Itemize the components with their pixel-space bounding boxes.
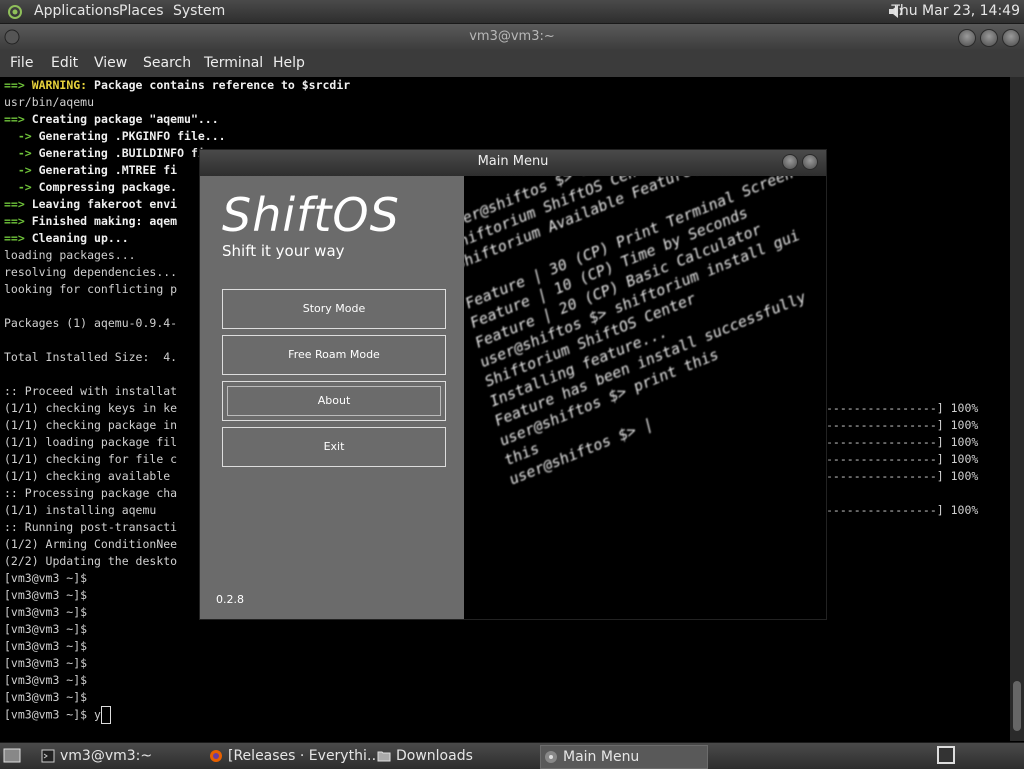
terminal-line: :: Proceed with installat xyxy=(4,384,178,398)
exit-button[interactable]: Exit xyxy=(222,427,446,467)
terminal-line: (1/2) Arming ConditionNee xyxy=(4,537,178,551)
terminal-line: resolving dependencies... xyxy=(4,265,178,279)
terminal-line: (1/1) installing aqemu xyxy=(4,503,157,517)
terminal-title: vm3@vm3:~ xyxy=(469,29,555,44)
scrollbar-thumb[interactable] xyxy=(1013,681,1021,731)
text-cursor xyxy=(100,706,111,724)
terminal-line: -> Generating .PKGINFO file... xyxy=(4,129,226,143)
shiftos-preview-image: user@shiftos $> shiftorium listShiftoriu… xyxy=(464,176,826,619)
terminal-line: :: Processing package cha xyxy=(4,486,178,500)
menu-help[interactable]: Help xyxy=(273,55,305,71)
task-downloads[interactable]: Downloads xyxy=(374,745,556,767)
terminal-line: ==> WARNING: Package contains reference … xyxy=(4,78,351,92)
shiftos-menu-panel: ShiftOS Shift it your way Story Mode Fre… xyxy=(200,176,464,619)
shiftos-minimize-button[interactable] xyxy=(782,154,798,170)
terminal-line: (1/1) checking for file c xyxy=(4,452,178,466)
terminal-prompt[interactable]: [vm3@vm3 ~]$ y xyxy=(4,706,111,724)
app-icon xyxy=(545,751,557,763)
menu-file[interactable]: File xyxy=(10,55,33,71)
terminal-line: Total Installed Size: 4. xyxy=(4,350,178,364)
top-panel: Applications Places System Thu Mar 23, 1… xyxy=(0,0,1024,24)
terminal-line: -> Compressing package. xyxy=(4,180,178,194)
show-desktop-icon[interactable] xyxy=(3,747,21,764)
task-label: Main Menu xyxy=(563,749,640,765)
minimize-button[interactable] xyxy=(958,29,976,47)
progress-bar-text: ----------------] 100% xyxy=(826,418,979,432)
terminal-menubar: File Edit View Search Terminal Help xyxy=(0,50,1024,77)
terminal-line: [vm3@vm3 ~]$ xyxy=(4,588,88,602)
shiftos-logo: ShiftOS xyxy=(222,188,400,242)
terminal-titlebar[interactable]: vm3@vm3:~ xyxy=(0,24,1024,50)
task-firefox[interactable]: [Releases · Everythi… xyxy=(206,745,388,767)
terminal-line: [vm3@vm3 ~]$ xyxy=(4,656,88,670)
menu-terminal[interactable]: Terminal xyxy=(204,55,263,71)
terminal-icon xyxy=(41,749,55,763)
about-button[interactable]: About xyxy=(222,381,446,421)
terminal-line: Packages (1) aqemu-0.9.4- xyxy=(4,316,178,330)
gnome-foot-icon[interactable] xyxy=(6,2,24,20)
shiftos-close-button[interactable] xyxy=(802,154,818,170)
window-menu-icon[interactable] xyxy=(4,29,20,45)
terminal-scrollbar[interactable] xyxy=(1010,77,1024,741)
terminal-line: [vm3@vm3 ~]$ xyxy=(4,673,88,687)
clock[interactable]: Thu Mar 23, 14:49 xyxy=(891,3,1020,19)
menu-edit[interactable]: Edit xyxy=(51,55,78,71)
terminal-line: -> Generating .MTREE fi xyxy=(4,163,178,177)
terminal-line: loading packages... xyxy=(4,248,136,262)
task-label: [Releases · Everythi… xyxy=(228,748,381,764)
terminal-line: (1/1) loading package fil xyxy=(4,435,178,449)
terminal-line: [vm3@vm3 ~]$ xyxy=(4,571,88,585)
menu-view[interactable]: View xyxy=(94,55,127,71)
story-mode-button[interactable]: Story Mode xyxy=(222,289,446,329)
task-label: vm3@vm3:~ xyxy=(60,748,153,764)
task-label: Downloads xyxy=(396,748,473,764)
progress-bar-text: ----------------] 100% xyxy=(826,401,979,415)
shiftos-main-menu-window: Main Menu ShiftOS Shift it your way Stor… xyxy=(199,149,827,620)
shiftos-tagline: Shift it your way xyxy=(222,242,345,260)
terminal-line: [vm3@vm3 ~]$ xyxy=(4,605,88,619)
progress-bar-text: ----------------] 100% xyxy=(826,503,979,517)
close-button[interactable] xyxy=(1002,29,1020,47)
terminal-line: (1/1) checking available xyxy=(4,469,171,483)
terminal-line: ==> Leaving fakeroot envi xyxy=(4,197,178,211)
terminal-line: (1/1) checking package in xyxy=(4,418,178,432)
terminal-line: -> Generating .BUILDINFO fi xyxy=(4,146,205,160)
version-label: 0.2.8 xyxy=(216,593,244,606)
terminal-line: ==> Cleaning up... xyxy=(4,231,129,245)
terminal-line: ==> Finished making: aqem xyxy=(4,214,178,228)
terminal-line: ==> Creating package "aqemu"... xyxy=(4,112,219,126)
terminal-line: usr/bin/aqemu xyxy=(4,95,95,109)
free-roam-mode-button[interactable]: Free Roam Mode xyxy=(222,335,446,375)
menu-system[interactable]: System xyxy=(173,3,225,19)
shiftos-title: Main Menu xyxy=(477,154,549,169)
maximize-button[interactable] xyxy=(980,29,998,47)
menu-places[interactable]: Places xyxy=(119,3,164,19)
firefox-icon xyxy=(210,750,222,762)
menu-search[interactable]: Search xyxy=(143,55,191,71)
shiftos-titlebar[interactable]: Main Menu xyxy=(200,150,826,176)
progress-bar-text: ----------------] 100% xyxy=(826,435,979,449)
terminal-line: [vm3@vm3 ~]$ xyxy=(4,690,88,704)
workspace-switcher[interactable] xyxy=(937,746,955,764)
terminal-line: (1/1) checking keys in ke xyxy=(4,401,178,415)
bottom-panel: vm3@vm3:~ [Releases · Everythi… Download… xyxy=(0,742,1024,769)
folder-icon xyxy=(377,751,391,762)
task-main-menu[interactable]: Main Menu xyxy=(540,745,708,769)
task-terminal[interactable]: vm3@vm3:~ xyxy=(38,745,220,767)
terminal-line: looking for conflicting p xyxy=(4,282,178,296)
terminal-line: [vm3@vm3 ~]$ xyxy=(4,622,88,636)
terminal-line: :: Running post-transacti xyxy=(4,520,178,534)
preview-terminal-text: user@shiftos $> shiftorium listShiftoriu… xyxy=(464,176,826,490)
terminal-line: (2/2) Updating the deskto xyxy=(4,554,178,568)
progress-bar-text: ----------------] 100% xyxy=(826,469,979,483)
terminal-line: [vm3@vm3 ~]$ xyxy=(4,639,88,653)
progress-bar-text: ----------------] 100% xyxy=(826,452,979,466)
menu-applications[interactable]: Applications xyxy=(34,3,120,19)
